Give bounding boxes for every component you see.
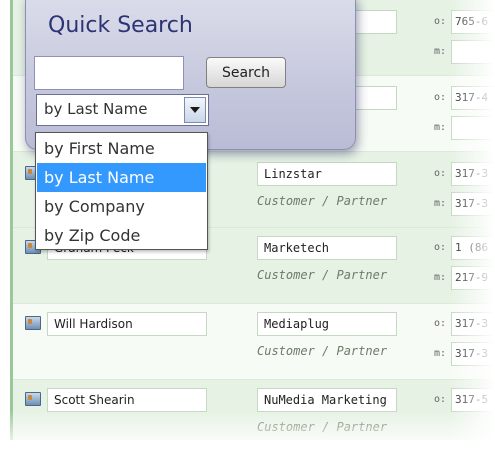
office-phone-label: o: [434, 394, 447, 405]
office-phone-field[interactable]: 317-3 [451, 312, 495, 336]
option-zip-code[interactable]: by Zip Code [37, 221, 206, 250]
office-phone-field[interactable]: 765-6 [451, 10, 495, 34]
contact-type: Customer / Partner [257, 420, 388, 434]
mobile-phone-label: m: [434, 198, 447, 209]
contact-card-icon[interactable] [25, 316, 41, 330]
quick-search-title: Quick Search [48, 13, 193, 38]
mobile-phone-label: m: [434, 46, 447, 57]
contact-type: Customer / Partner [257, 194, 388, 208]
option-last-name[interactable]: by Last Name [37, 163, 206, 192]
office-phone-field[interactable]: 317-3 [451, 162, 495, 186]
chevron-down-icon[interactable] [184, 97, 206, 123]
contact-row: Will Hardison Mediaplug Customer / Partn… [13, 304, 495, 380]
office-phone-label: o: [434, 168, 447, 179]
search-button[interactable]: Search [206, 57, 286, 88]
mobile-phone-field[interactable] [451, 116, 495, 140]
quick-search-panel: Quick Search Search by Last Name [25, 0, 356, 150]
mobile-phone-field[interactable]: 217-9 [451, 266, 495, 290]
mobile-phone-label: m: [434, 272, 447, 283]
company-field[interactable]: Linzstar [257, 162, 397, 186]
option-company[interactable]: by Company [37, 192, 206, 221]
search-by-dropdown-list: by First Name by Last Name by Company by… [35, 132, 208, 250]
contact-type: Customer / Partner [257, 344, 388, 358]
company-field[interactable]: NuMedia Marketing [257, 388, 397, 412]
office-phone-label: o: [434, 16, 447, 27]
contact-type: Customer / Partner [257, 268, 388, 282]
office-phone-field[interactable]: 317-5 [451, 388, 495, 412]
contact-card-icon[interactable] [25, 392, 41, 406]
name-field[interactable]: Scott Shearin [47, 388, 207, 412]
name-field[interactable]: Will Hardison [47, 312, 207, 336]
option-first-name[interactable]: by First Name [37, 134, 206, 163]
office-phone-label: o: [434, 242, 447, 253]
company-field[interactable]: Mediaplug [257, 312, 397, 336]
search-input[interactable] [34, 56, 184, 90]
office-phone-label: o: [434, 318, 447, 329]
mobile-phone-field[interactable] [451, 40, 495, 64]
contact-row: Scott Shearin NuMedia Marketing Customer… [13, 380, 495, 440]
office-phone-label: o: [434, 92, 447, 103]
office-phone-field[interactable]: 1 (86 [451, 236, 495, 260]
search-by-select[interactable]: by Last Name [36, 94, 209, 126]
company-field[interactable]: Marketech [257, 236, 397, 260]
office-phone-field[interactable]: 317-4 [451, 86, 495, 110]
search-by-value: by Last Name [44, 100, 148, 118]
mobile-phone-label: m: [434, 122, 447, 133]
mobile-phone-label: m: [434, 348, 447, 359]
mobile-phone-field[interactable]: 317-3 [451, 192, 495, 216]
mobile-phone-field[interactable]: 317-3 [451, 342, 495, 366]
